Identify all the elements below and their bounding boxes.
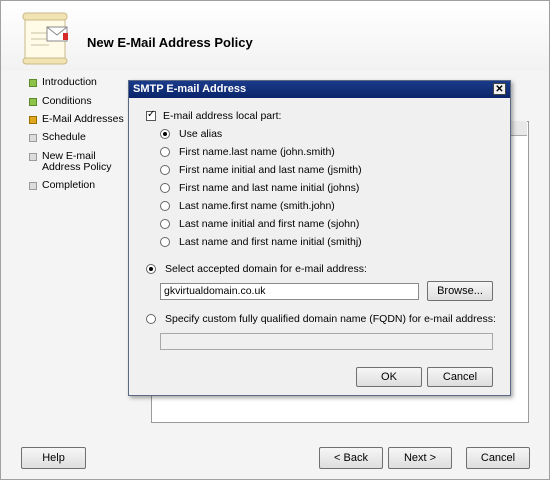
option-use-alias[interactable]: Use alias bbox=[160, 128, 222, 140]
accepted-domain-field[interactable]: gkvirtualdomain.co.uk bbox=[160, 283, 419, 300]
radio-button[interactable] bbox=[146, 314, 156, 324]
step-pending-icon bbox=[29, 153, 37, 161]
policy-scroll-icon bbox=[22, 12, 68, 65]
help-button[interactable]: Help bbox=[21, 447, 86, 469]
wizard-cancel-button[interactable]: Cancel bbox=[466, 447, 530, 469]
step-current-icon bbox=[29, 116, 37, 124]
browse-button[interactable]: Browse... bbox=[427, 281, 493, 301]
wizard-title: New E-Mail Address Policy bbox=[87, 35, 253, 50]
fqdn-radio-row[interactable]: Specify custom fully qualified domain na… bbox=[146, 313, 496, 325]
step-introduction: Introduction bbox=[29, 77, 97, 88]
option-last-initial-first[interactable]: Last name initial and first name (sjohn) bbox=[160, 218, 359, 230]
radio-button[interactable] bbox=[160, 129, 170, 139]
option-last-dot-first[interactable]: Last name.first name (smith.john) bbox=[160, 200, 335, 212]
local-part-checkbox[interactable] bbox=[146, 109, 156, 121]
step-complete-icon bbox=[29, 79, 37, 87]
step-email-addresses: E-Mail Addresses bbox=[29, 114, 124, 125]
local-part-checkbox-row[interactable]: E-mail address local part: bbox=[146, 109, 281, 122]
step-completion: Completion bbox=[29, 180, 95, 191]
step-complete-icon bbox=[29, 98, 37, 106]
dialog-cancel-button[interactable]: Cancel bbox=[427, 367, 493, 387]
radio-button[interactable] bbox=[160, 165, 170, 175]
step-schedule: Schedule bbox=[29, 132, 86, 143]
dialog-title: SMTP E-mail Address bbox=[133, 83, 247, 95]
step-new-policy: New E-mail Address Policy bbox=[29, 151, 129, 173]
option-first-initial-last[interactable]: First name initial and last name (jsmith… bbox=[160, 164, 362, 176]
step-pending-icon bbox=[29, 182, 37, 190]
fqdn-field[interactable] bbox=[160, 333, 493, 350]
radio-button[interactable] bbox=[160, 147, 170, 157]
dialog-titlebar: SMTP E-mail Address ✕ bbox=[129, 81, 510, 98]
radio-button[interactable] bbox=[160, 201, 170, 211]
radio-button[interactable] bbox=[146, 264, 156, 274]
ok-button[interactable]: OK bbox=[356, 367, 422, 387]
step-conditions: Conditions bbox=[29, 96, 92, 107]
close-icon[interactable]: ✕ bbox=[493, 83, 506, 95]
radio-button[interactable] bbox=[160, 183, 170, 193]
accepted-domain-radio-row[interactable]: Select accepted domain for e-mail addres… bbox=[146, 263, 367, 275]
smtp-address-dialog: SMTP E-mail Address ✕ E-mail address loc… bbox=[128, 80, 511, 396]
option-first-last-initial[interactable]: First name and last name initial (johns) bbox=[160, 182, 359, 194]
option-last-first-initial[interactable]: Last name and first name initial (smithj… bbox=[160, 236, 362, 248]
back-button[interactable]: < Back bbox=[319, 447, 383, 469]
next-button[interactable]: Next > bbox=[388, 447, 452, 469]
radio-button[interactable] bbox=[160, 237, 170, 247]
option-first-dot-last[interactable]: First name.last name (john.smith) bbox=[160, 146, 335, 158]
radio-button[interactable] bbox=[160, 219, 170, 229]
step-pending-icon bbox=[29, 134, 37, 142]
wizard-header: New E-Mail Address Policy bbox=[1, 1, 549, 71]
